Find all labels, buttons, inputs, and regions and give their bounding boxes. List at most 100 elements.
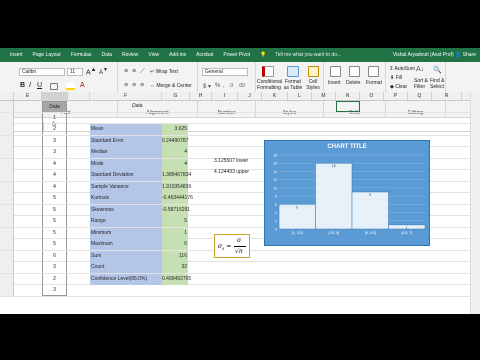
stat-label[interactable]: Standard Error <box>90 135 162 147</box>
find-select-label[interactable]: Find & Select <box>430 78 446 90</box>
histogram-chart[interactable]: CHART TITLE 0 2 4 6 8 10 12 14 16 18 6 [1, 3.5] 16 (3… <box>264 140 430 246</box>
row-header[interactable] <box>0 193 14 204</box>
data-cell[interactable]: 1 <box>42 112 67 124</box>
data-cell[interactable]: 5 <box>42 239 67 250</box>
standard-error-formula[interactable]: σx̄ = σ √n <box>214 234 250 258</box>
stats-header-cell[interactable]: Data <box>132 103 143 109</box>
column-header-f[interactable]: F <box>90 92 162 101</box>
orientation-icon[interactable]: ⟋ <box>140 68 145 76</box>
stat-value[interactable]: 5 <box>162 216 188 227</box>
cell-styles-label[interactable]: Cell Styles <box>304 79 322 91</box>
stat-value[interactable]: 0.24490787 <box>162 135 188 147</box>
percent-icon[interactable]: % <box>215 83 220 89</box>
row-header[interactable] <box>0 250 14 262</box>
stat-label[interactable]: Sum <box>90 250 162 262</box>
stat-label[interactable]: Median <box>90 147 162 158</box>
format-cells-icon[interactable] <box>368 66 379 77</box>
stat-value[interactable]: 1.919354839 <box>162 181 191 193</box>
data-cell[interactable]: 4 <box>42 181 67 193</box>
underline-icon[interactable]: U <box>37 82 42 89</box>
column-header-l[interactable]: L <box>288 92 312 101</box>
merge-center-button[interactable]: ⇔ Merge & Center <box>150 83 192 89</box>
row-header[interactable] <box>0 181 14 193</box>
column-header-r[interactable]: R <box>432 92 462 101</box>
stat-value[interactable]: 0.499492765 <box>162 273 191 285</box>
row-header[interactable] <box>0 227 14 239</box>
data-cell[interactable]: 3 <box>42 262 67 273</box>
stat-value[interactable]: -0.453444176 <box>162 193 193 204</box>
stat-value[interactable]: 4 <box>162 158 188 170</box>
bold-icon[interactable]: B <box>20 82 25 89</box>
row-header[interactable] <box>0 124 14 135</box>
insert-cells-label[interactable]: Insert <box>328 80 341 86</box>
vertical-scrollbar[interactable] <box>470 92 480 314</box>
stat-value[interactable]: 32 <box>162 262 188 273</box>
number-format-dropdown[interactable]: General <box>202 68 248 76</box>
tab-page-layout[interactable]: Page Layout <box>28 52 66 58</box>
increase-decimal-icon[interactable]: .0 <box>229 83 233 89</box>
autosum-button[interactable]: Σ AutoSum <box>390 66 415 72</box>
row-header[interactable] <box>0 112 14 124</box>
format-as-table-label[interactable]: Format as Table <box>282 79 304 91</box>
conditional-formatting-icon[interactable] <box>262 66 274 77</box>
share-button[interactable]: 👤 Share <box>455 52 476 58</box>
data-cell[interactable]: 6 <box>42 250 67 262</box>
row-header[interactable] <box>0 285 14 296</box>
borders-icon[interactable] <box>50 83 58 90</box>
align-top-icon[interactable]: ≡ <box>124 68 128 75</box>
data-cell[interactable]: 4 <box>42 170 67 181</box>
column-header-m[interactable]: M <box>312 92 336 101</box>
currency-icon[interactable]: $ ▾ <box>203 83 211 90</box>
column-header-e[interactable]: E <box>14 92 42 101</box>
stat-label[interactable]: Minimum <box>90 227 162 239</box>
stat-label[interactable]: Mode <box>90 158 162 170</box>
column-header-p[interactable]: P <box>384 92 408 101</box>
row-header[interactable] <box>0 135 14 147</box>
font-size-dropdown[interactable]: 11 <box>67 68 83 76</box>
row-header[interactable] <box>0 273 14 285</box>
tab-acrobat[interactable]: Acrobat <box>191 52 218 58</box>
column-header-n[interactable]: N <box>336 92 360 101</box>
tell-me-box[interactable]: Tell me what you want to do... <box>271 52 346 58</box>
upper-bound[interactable]: 4.124493 upper <box>214 169 249 175</box>
align-middle-icon[interactable]: ≡ <box>132 68 136 75</box>
sort-filter-label[interactable]: Sort & Filter <box>414 78 430 90</box>
decrease-font-icon[interactable]: A▼ <box>99 67 108 76</box>
delete-cells-icon[interactable] <box>349 66 360 77</box>
stat-value[interactable]: 3.625 <box>162 124 188 135</box>
stat-label[interactable]: Range <box>90 216 162 227</box>
tab-view[interactable]: View <box>143 52 164 58</box>
user-account[interactable]: Vishal Aryadouti (Asst Prof) 👤 Share <box>393 52 476 58</box>
data-cell[interactable]: 5 <box>42 193 67 204</box>
align-right-icon[interactable]: ≡ <box>140 82 144 89</box>
sort-filter-icon[interactable]: A↓ <box>416 66 424 73</box>
column-header-j[interactable]: J <box>238 92 262 101</box>
stat-label[interactable]: Standard Deviation <box>90 170 162 181</box>
row-header[interactable] <box>0 147 14 158</box>
row-header[interactable] <box>0 170 14 181</box>
format-as-table-icon[interactable] <box>287 66 299 77</box>
data-cell[interactable]: 3 <box>42 285 67 296</box>
comma-icon[interactable]: , <box>223 83 225 89</box>
column-header-q[interactable]: Q <box>408 92 432 101</box>
decrease-decimal-icon[interactable]: .00 <box>238 83 245 89</box>
stat-label[interactable]: Count <box>90 262 162 273</box>
column-header-g[interactable]: G <box>162 92 190 101</box>
stat-label[interactable]: Sample Variance <box>90 181 162 193</box>
data-cell[interactable]: 4 <box>42 158 67 170</box>
data-cell[interactable]: 5 <box>42 227 67 239</box>
stat-label[interactable]: Skewness <box>90 204 162 216</box>
row-header[interactable] <box>0 262 14 273</box>
column-header-o[interactable]: O <box>360 92 384 101</box>
stat-value[interactable]: 6 <box>162 239 188 250</box>
align-left-icon[interactable]: ≡ <box>124 82 128 89</box>
stat-label[interactable]: Mean <box>90 124 162 135</box>
row-header[interactable] <box>0 101 14 112</box>
stat-value[interactable]: 4 <box>162 147 188 158</box>
data-cell[interactable]: 2 <box>42 124 67 135</box>
column-header-i[interactable]: I <box>212 92 238 101</box>
tab-formulas[interactable]: Formulas <box>66 52 97 58</box>
fill-color-icon[interactable] <box>66 83 75 90</box>
row-header[interactable] <box>0 239 14 250</box>
data-cell[interactable]: 3 <box>42 135 67 147</box>
